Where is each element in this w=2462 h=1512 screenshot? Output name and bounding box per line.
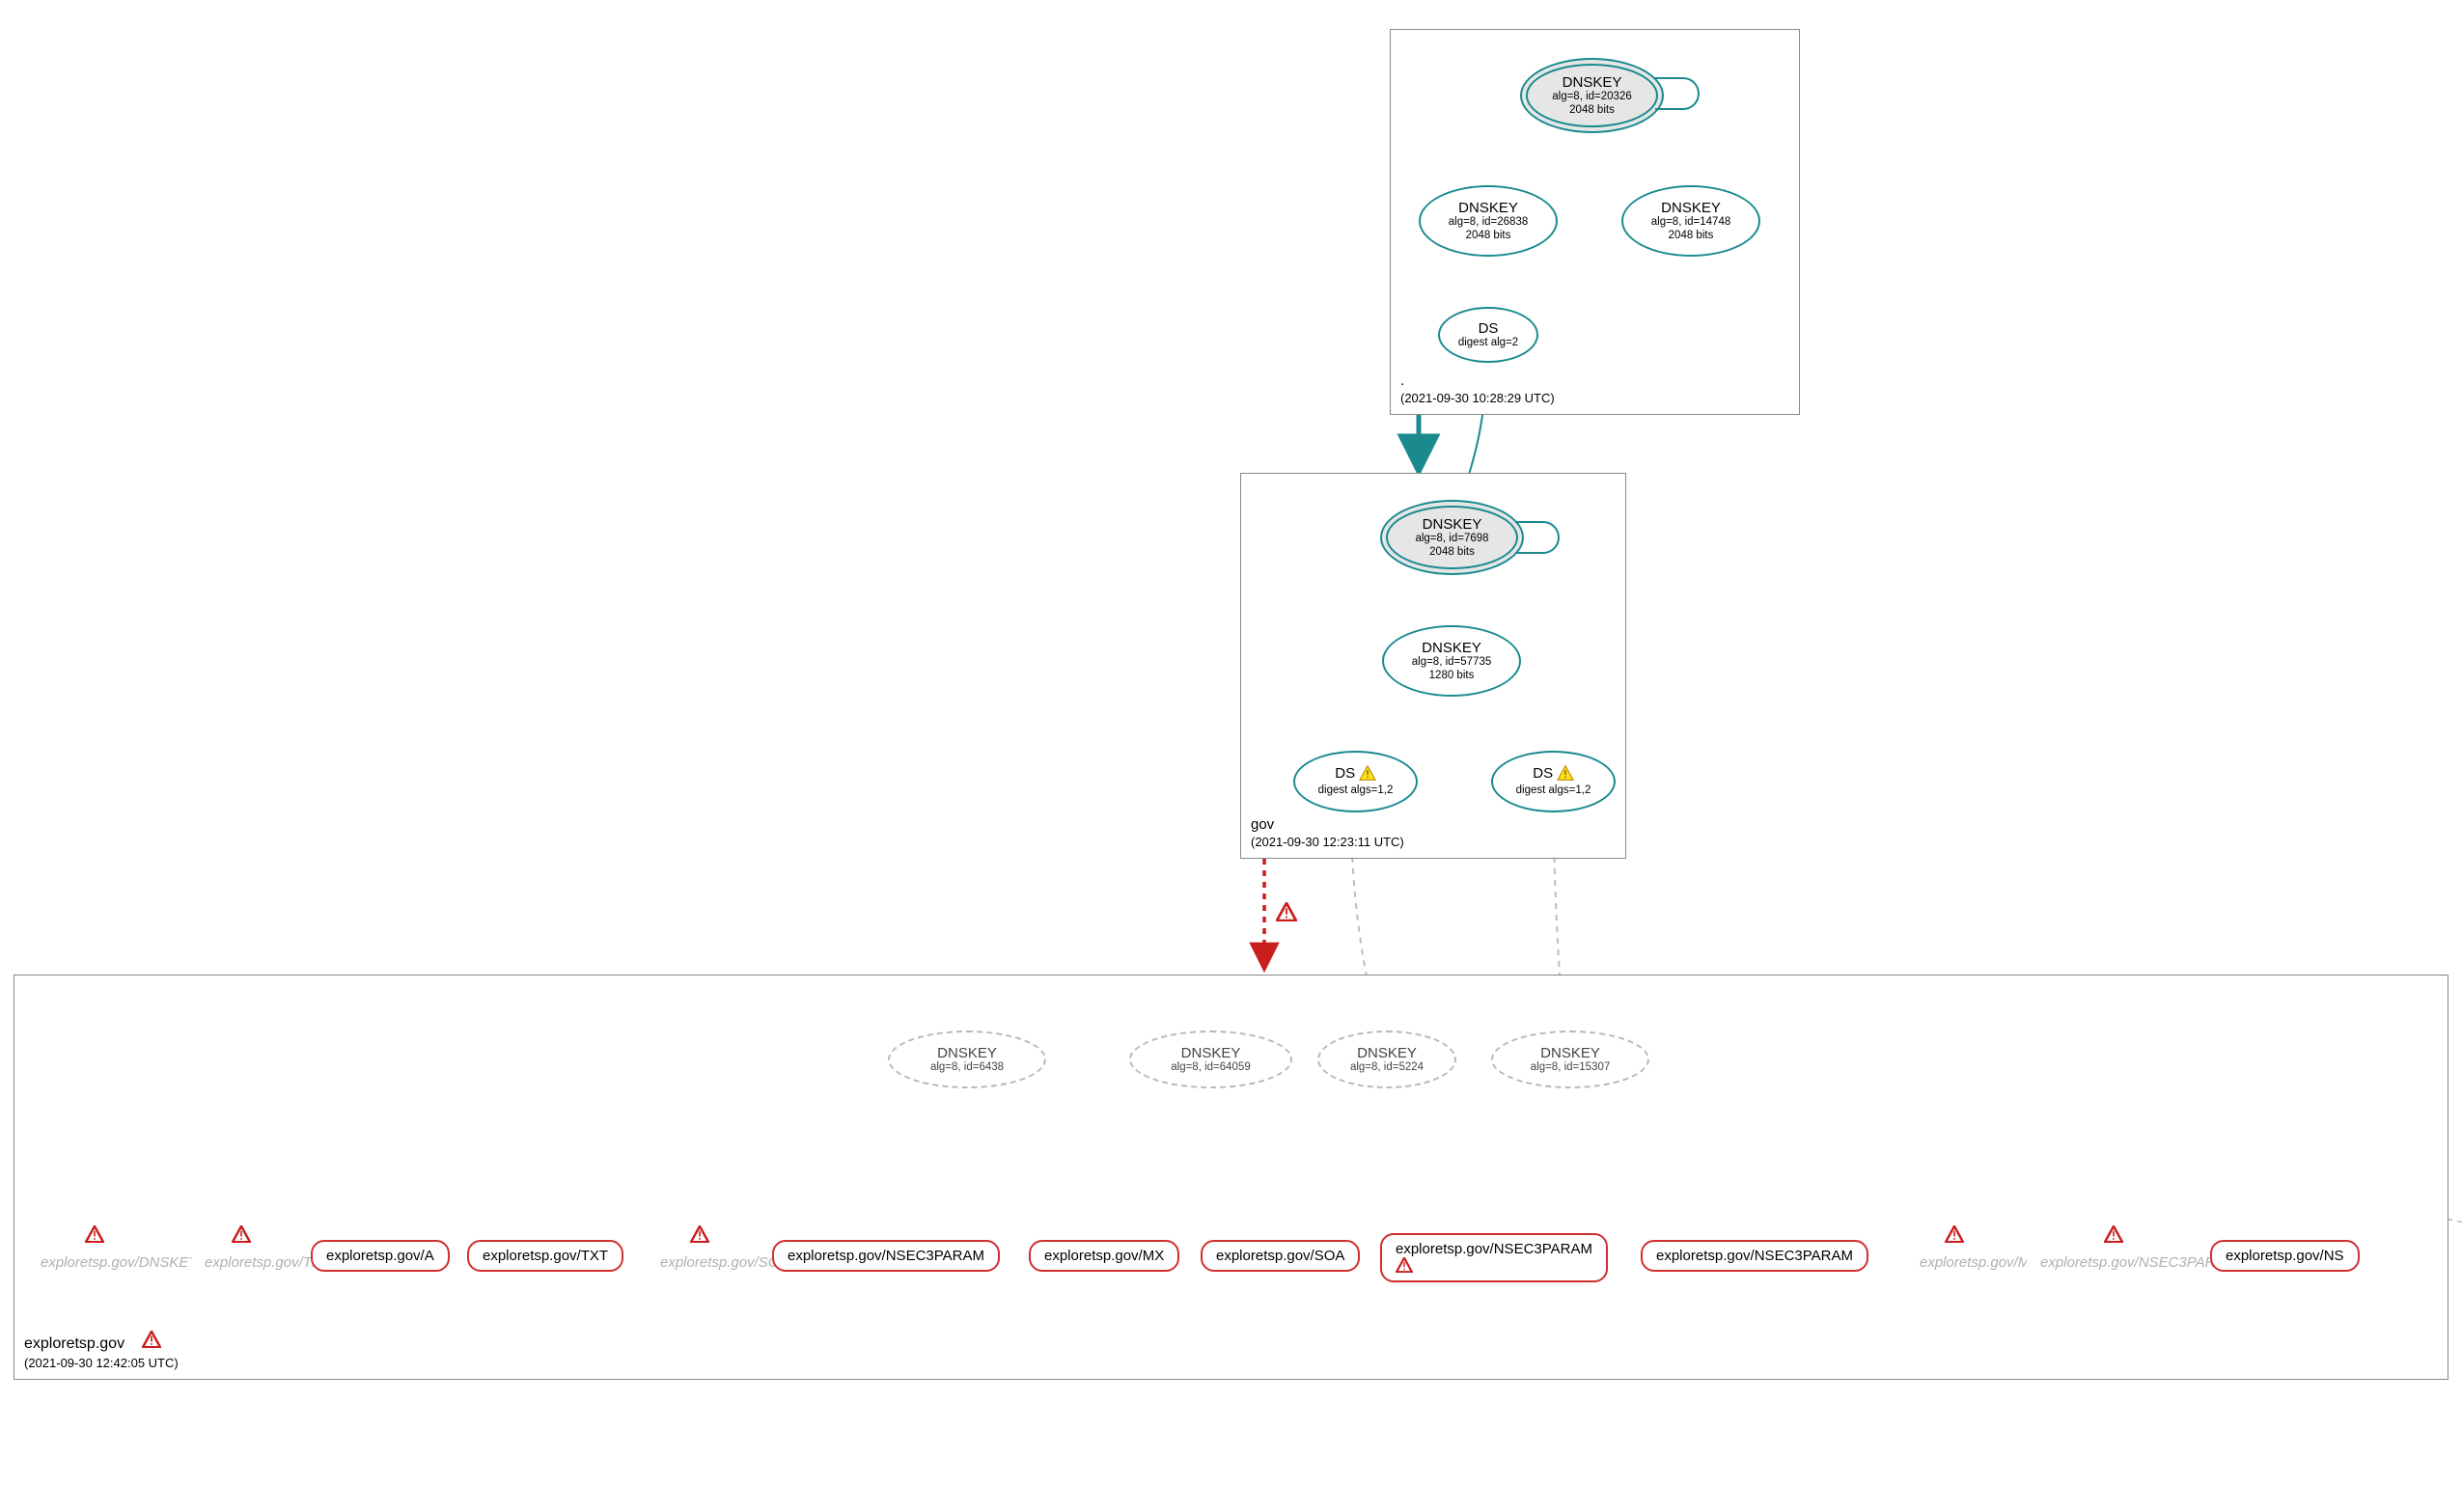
zone-timestamp-gov: (2021-09-30 12:23:11 UTC) [1251,835,1404,849]
rrset-txt[interactable]: exploretsp.gov/TXT [467,1240,623,1272]
node-ex-k2[interactable]: DNSKEY alg=8, id=64059 [1129,1031,1292,1088]
node-root-zsk2-alg: alg=8, id=14748 [1651,216,1731,229]
node-gov-ksk-alg: alg=8, id=7698 [1415,533,1488,545]
node-gov-ksk-bits: 2048 bits [1429,546,1475,559]
zone-timestamp-root: (2021-09-30 10:28:29 UTC) [1400,391,1555,405]
warning-icon [1359,765,1376,784]
error-icon [1945,1225,1964,1246]
node-ex-k4-title: DNSKEY [1540,1045,1600,1061]
node-ex-k2-alg: alg=8, id=64059 [1171,1061,1251,1074]
rrset-nsec3param-2[interactable]: exploretsp.gov/NSEC3PARAM [1380,1233,1608,1282]
node-root-zsk1[interactable]: DNSKEY alg=8, id=26838 2048 bits [1419,185,1558,257]
error-icon [232,1225,251,1246]
node-ex-k3[interactable]: DNSKEY alg=8, id=5224 [1317,1031,1456,1088]
self-loop-root-ksk [1655,77,1700,110]
node-ex-k1[interactable]: DNSKEY alg=8, id=6438 [888,1031,1046,1088]
zone-name-exploretsp: exploretsp.gov [24,1335,124,1352]
error-icon [1396,1257,1413,1277]
delegation-error-icon [1276,902,1297,924]
node-gov-ds2[interactable]: DS digest algs=1,2 [1491,751,1616,812]
warning-icon [1557,765,1574,784]
node-root-ksk-title: DNSKEY [1563,74,1622,91]
node-gov-ds1[interactable]: DS digest algs=1,2 [1293,751,1418,812]
node-gov-ksk[interactable]: DNSKEY alg=8, id=7698 2048 bits [1380,500,1524,575]
rrset-grey-dnskey[interactable]: exploretsp.gov/DNSKEY [27,1249,211,1277]
node-root-ds[interactable]: DS digest alg=2 [1438,307,1538,363]
node-root-zsk2[interactable]: DNSKEY alg=8, id=14748 2048 bits [1621,185,1760,257]
error-icon [2104,1225,2123,1246]
node-root-zsk1-alg: alg=8, id=26838 [1449,216,1529,229]
node-ex-k4[interactable]: DNSKEY alg=8, id=15307 [1491,1031,1649,1088]
node-ex-k4-alg: alg=8, id=15307 [1531,1061,1611,1074]
node-ex-k2-title: DNSKEY [1181,1045,1241,1061]
error-icon [85,1225,104,1246]
rrset-ns[interactable]: exploretsp.gov/NS [2210,1240,2360,1272]
rrset-nsec3param-2-label: exploretsp.gov/NSEC3PARAM [1396,1241,1592,1257]
rrset-mx[interactable]: exploretsp.gov/MX [1029,1240,1179,1272]
node-gov-ksk-title: DNSKEY [1423,516,1482,533]
node-root-zsk1-bits: 2048 bits [1466,230,1511,242]
node-root-zsk2-bits: 2048 bits [1669,230,1714,242]
zone-label-exploretsp: exploretsp.gov (2021-09-30 12:42:05 UTC) [24,1331,179,1373]
node-gov-zsk-alg: alg=8, id=57735 [1412,656,1492,669]
node-root-ds-alg: digest alg=2 [1458,337,1518,349]
error-icon [690,1225,709,1246]
node-ex-k1-title: DNSKEY [937,1045,997,1061]
node-gov-zsk-title: DNSKEY [1422,640,1481,656]
self-loop-gov-ksk [1515,521,1560,554]
rrset-nsec3param-1[interactable]: exploretsp.gov/NSEC3PARAM [772,1240,1000,1272]
node-ex-k1-alg: alg=8, id=6438 [930,1061,1004,1074]
node-root-zsk1-title: DNSKEY [1458,200,1518,216]
node-gov-ds2-title: DS [1533,765,1553,782]
node-ex-k3-alg: alg=8, id=5224 [1350,1061,1424,1074]
node-root-ksk[interactable]: DNSKEY alg=8, id=20326 2048 bits [1520,58,1664,133]
rrset-nsec3param-3[interactable]: exploretsp.gov/NSEC3PARAM [1641,1240,1868,1272]
node-root-ds-title: DS [1479,320,1499,337]
node-ex-k3-title: DNSKEY [1357,1045,1417,1061]
zone-timestamp-exploretsp: (2021-09-30 12:42:05 UTC) [24,1356,179,1370]
rrset-a[interactable]: exploretsp.gov/A [311,1240,450,1272]
node-root-ksk-bits: 2048 bits [1569,104,1615,117]
node-root-zsk2-title: DNSKEY [1661,200,1721,216]
dnssec-graph: . (2021-09-30 10:28:29 UTC) gov (2021-09… [0,0,2462,1512]
node-gov-ds2-alg: digest algs=1,2 [1516,784,1591,797]
node-gov-ds1-title: DS [1335,765,1355,782]
node-gov-zsk-bits: 1280 bits [1429,670,1475,682]
node-gov-zsk[interactable]: DNSKEY alg=8, id=57735 1280 bits [1382,625,1521,697]
zone-error-icon [142,1335,161,1352]
zone-label-root: . (2021-09-30 10:28:29 UTC) [1400,372,1555,409]
node-root-ksk-alg: alg=8, id=20326 [1552,91,1632,103]
zone-name-root: . [1400,372,1404,389]
rrset-soa[interactable]: exploretsp.gov/SOA [1201,1240,1360,1272]
zone-name-gov: gov [1251,816,1274,833]
node-gov-ds1-alg: digest algs=1,2 [1318,784,1394,797]
zone-label-gov: gov (2021-09-30 12:23:11 UTC) [1251,816,1404,853]
